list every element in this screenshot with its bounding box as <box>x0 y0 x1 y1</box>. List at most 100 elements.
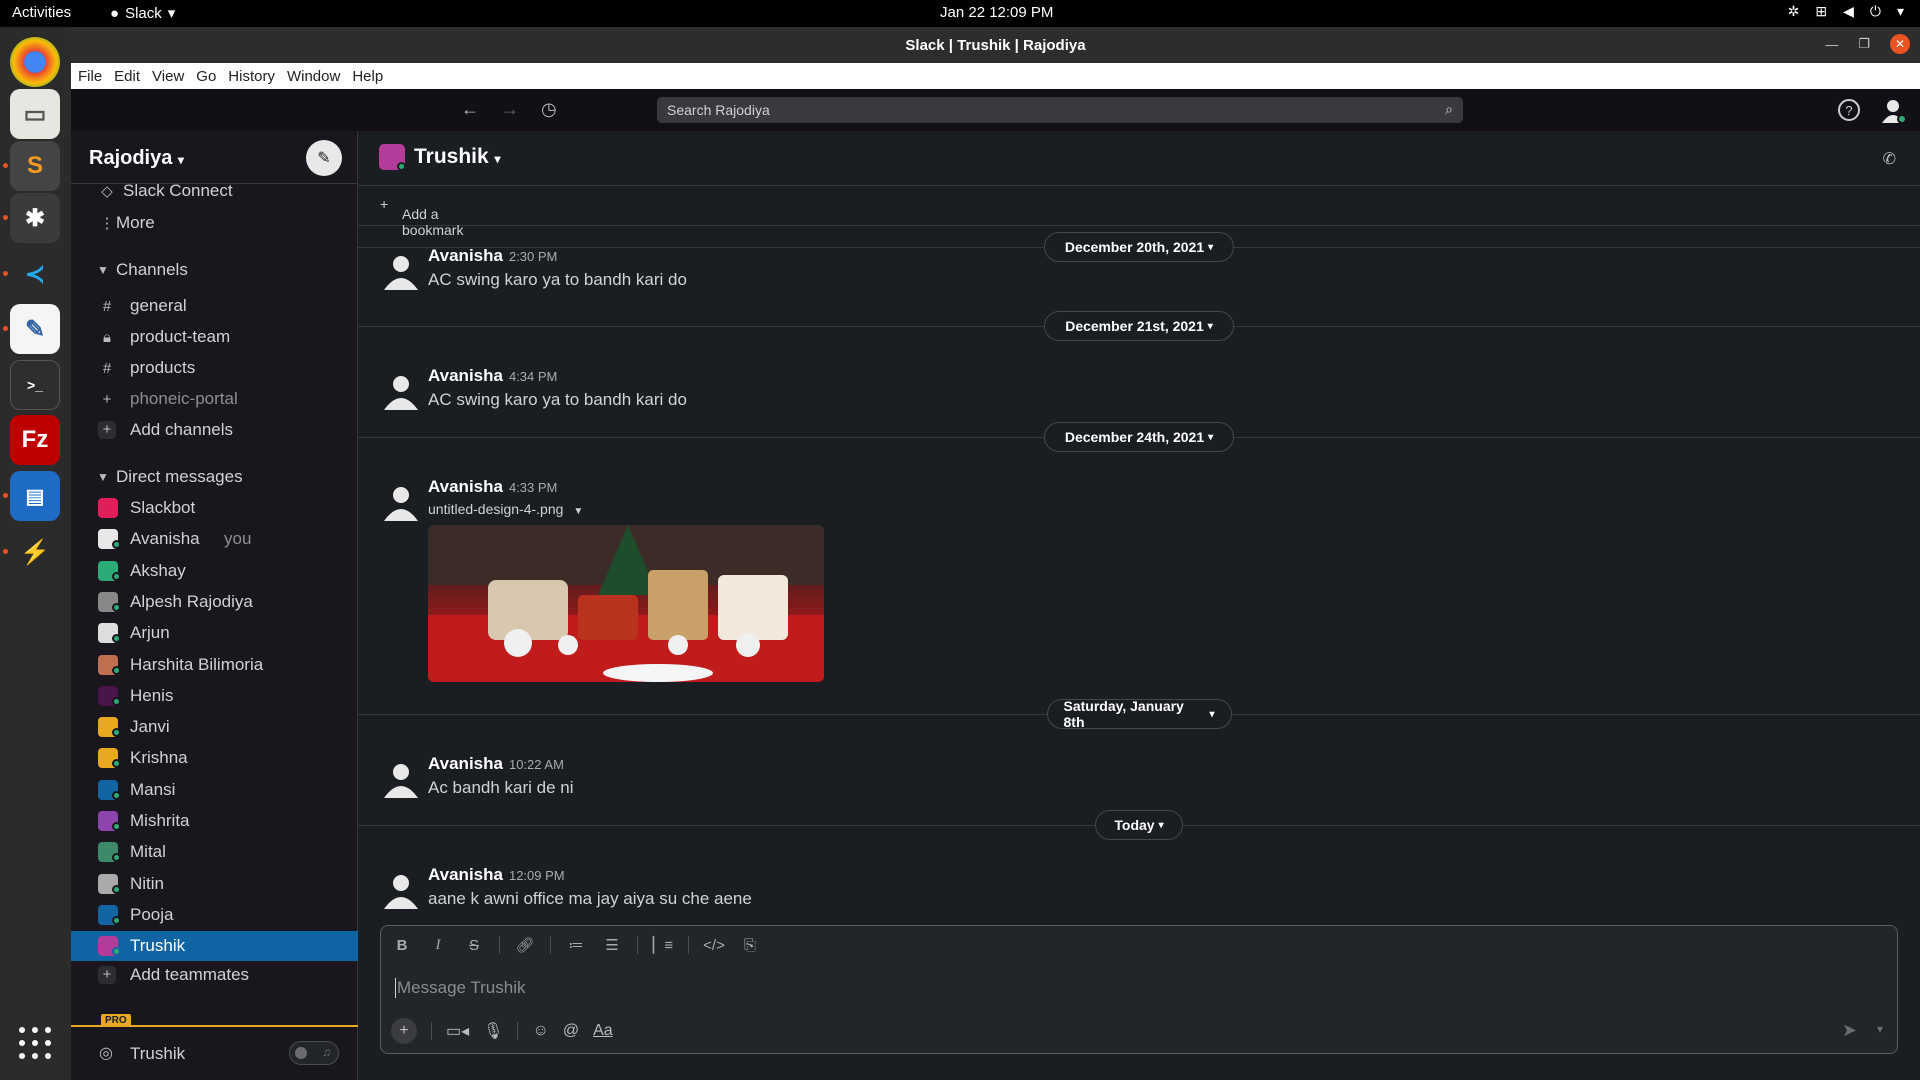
show-apps-icon[interactable] <box>19 1027 51 1059</box>
power-icon[interactable]: ⏻ <box>1870 3 1881 20</box>
terminal-icon[interactable]: >_ <box>10 360 60 410</box>
channels-section-header[interactable]: ▼ Channels <box>71 255 358 285</box>
close-icon[interactable]: ✕ <box>1890 34 1910 54</box>
extension-icon[interactable]: ✲ <box>1788 3 1800 20</box>
sidebar-item-dm-mansi[interactable]: Mansi <box>71 775 358 805</box>
text-editor-icon[interactable]: ✎ <box>10 304 60 354</box>
menu-window[interactable]: Window <box>287 68 340 85</box>
sidebar-item-more[interactable]: ⋮ More <box>71 208 358 238</box>
bolt-app-icon[interactable]: ⚡ <box>10 527 60 577</box>
code-block-icon[interactable]: ⎘ <box>739 937 761 954</box>
emoji-icon[interactable]: ☺ <box>532 1022 548 1040</box>
chrome-icon[interactable] <box>10 37 60 87</box>
sidebar-item-dm-mishrita[interactable]: Mishrita <box>71 806 358 836</box>
bold-icon[interactable]: B <box>391 937 413 954</box>
chevron-down-icon[interactable]: ▾ <box>1877 1022 1883 1036</box>
blockquote-icon[interactable]: ▏≡ <box>652 936 674 954</box>
add-channels-button[interactable]: + Add channels <box>71 415 358 445</box>
add-bookmark-button[interactable]: + Add a bookmark <box>380 196 463 238</box>
send-icon[interactable]: ➤ <box>1842 1020 1857 1041</box>
phone-icon[interactable]: ✆ <box>1883 149 1896 169</box>
message-author[interactable]: Avanisha 12:09 PM <box>428 865 565 885</box>
date-divider-pill[interactable]: December 20th, 2021 ▾ <box>1044 232 1234 262</box>
attach-plus-icon[interactable]: + <box>391 1018 417 1044</box>
menu-history[interactable]: History <box>228 68 275 85</box>
menu-file[interactable]: File <box>78 68 102 85</box>
avatar[interactable] <box>382 372 420 410</box>
bulleted-list-icon[interactable]: ☰ <box>601 936 623 954</box>
sidebar-item-dm-trushik[interactable]: Trushik <box>71 931 358 961</box>
video-icon[interactable]: ▭◂ <box>446 1021 469 1041</box>
message-author[interactable]: Avanisha 4:33 PM <box>428 477 557 497</box>
menu-edit[interactable]: Edit <box>114 68 140 85</box>
message-author[interactable]: Avanisha 10:22 AM <box>428 754 564 774</box>
compose-icon[interactable]: ✎ <box>306 140 342 176</box>
ordered-list-icon[interactable]: ≔ <box>565 936 587 954</box>
menu-go[interactable]: Go <box>196 68 216 85</box>
message-timestamp[interactable]: 10:22 AM <box>509 757 564 772</box>
code-icon[interactable]: </> <box>703 937 725 954</box>
direct-messages-section-header[interactable]: ▼ Direct messages <box>71 462 358 492</box>
slack-icon[interactable]: ✱ <box>10 193 60 243</box>
search-input[interactable]: Search Rajodiya ⌕ <box>657 97 1463 123</box>
avatar[interactable] <box>382 252 420 290</box>
workspace-name[interactable]: Rajodiya ▾ <box>89 147 184 170</box>
forward-arrow-icon[interactable]: → <box>501 99 519 120</box>
mention-icon[interactable]: @ <box>563 1022 579 1040</box>
history-clock-icon[interactable]: ◷ <box>541 99 557 120</box>
image-attachment[interactable] <box>428 525 824 682</box>
sidebar-item-dm-krishna[interactable]: Krishna <box>71 743 358 773</box>
avatar[interactable] <box>382 483 420 521</box>
channel-title[interactable]: Trushik ▾ <box>414 145 501 169</box>
sidebar-item-phoneic-portal[interactable]: + phoneic-portal <box>71 384 358 414</box>
avatar[interactable] <box>382 871 420 909</box>
sidebar-item-dm-arjun[interactable]: Arjun <box>71 618 358 648</box>
help-icon[interactable]: ? <box>1838 99 1860 121</box>
message-timestamp[interactable]: 4:34 PM <box>509 369 557 384</box>
message-timestamp[interactable]: 2:30 PM <box>509 249 557 264</box>
system-tray[interactable]: ✲ ⊞ ◀ ⏻ ▾ <box>1788 3 1904 20</box>
vscode-icon[interactable]: ≺ <box>10 249 60 299</box>
sidebar-item-product-team[interactable]: 🔒︎ product-team <box>71 322 358 352</box>
message[interactable]: Avanisha 12:09 PM aane k awni office ma ja… <box>358 865 1920 925</box>
message-timestamp[interactable]: 12:09 PM <box>509 868 565 883</box>
workspace-header[interactable]: Rajodiya ▾ ✎ <box>71 131 358 184</box>
message-input[interactable]: Message Trushik <box>395 978 526 998</box>
huddle-toggle[interactable]: ♫ <box>289 1041 339 1065</box>
text-format-icon[interactable]: Aa <box>593 1022 613 1040</box>
network-icon[interactable]: ⊞ <box>1815 3 1827 20</box>
avatar[interactable] <box>382 760 420 798</box>
sidebar-item-slack-connect[interactable]: ◇ Slack Connect <box>71 179 358 203</box>
message-author[interactable]: Avanisha 4:34 PM <box>428 366 557 386</box>
message[interactable]: Avanisha 10:22 AM Ac bandh kari de ni <box>358 754 1920 814</box>
sidebar-item-dm-harshita-bilimoria[interactable]: Harshita Bilimoria <box>71 650 358 680</box>
date-divider-pill[interactable]: December 21st, 2021 ▾ <box>1044 311 1234 341</box>
menu-view[interactable]: View <box>152 68 184 85</box>
strikethrough-icon[interactable]: S <box>463 937 485 954</box>
sidebar-item-dm-mital[interactable]: Mital <box>71 837 358 867</box>
sidebar-item-dm-akshay[interactable]: Akshay <box>71 556 358 586</box>
minimize-icon[interactable]: — <box>1825 37 1838 52</box>
date-divider-pill[interactable]: Today ▾ <box>1095 810 1183 840</box>
message-composer[interactable]: B I S 🔗︎ ≔ ☰ ▏≡ </> ⎘ Message Trushik + … <box>380 925 1898 1054</box>
volume-icon[interactable]: ◀ <box>1843 3 1854 20</box>
microphone-icon[interactable]: 🎙︎ <box>483 1021 503 1041</box>
message[interactable]: Avanisha 4:34 PM AC swing karo ya to bandh… <box>358 366 1920 426</box>
user-avatar[interactable] <box>1880 97 1906 123</box>
file-name[interactable]: untitled-design-4-.png ▼ <box>428 501 583 517</box>
back-arrow-icon[interactable]: ← <box>461 99 479 120</box>
filezilla-icon[interactable]: Fz <box>10 415 60 465</box>
sidebar-item-dm-janvi[interactable]: Janvi <box>71 712 358 742</box>
sidebar-item-dm-alpesh-rajodiya[interactable]: Alpesh Rajodiya <box>71 587 358 617</box>
menu-help[interactable]: Help <box>352 68 383 85</box>
app-menu[interactable]: ● Slack ▾ <box>110 4 175 23</box>
document-viewer-icon[interactable]: ▤ <box>10 471 60 521</box>
message-author[interactable]: Avanisha 2:30 PM <box>428 246 557 266</box>
message-timestamp[interactable]: 4:33 PM <box>509 480 557 495</box>
chevron-down-icon[interactable]: ▾ <box>1897 3 1904 20</box>
files-icon[interactable]: ▭ <box>10 89 60 139</box>
sidebar-item-products[interactable]: # products <box>71 353 358 383</box>
add-teammates-button[interactable]: + Add teammates <box>71 960 358 990</box>
sidebar-item-dm-pooja[interactable]: Pooja <box>71 900 358 930</box>
italic-icon[interactable]: I <box>427 937 449 954</box>
